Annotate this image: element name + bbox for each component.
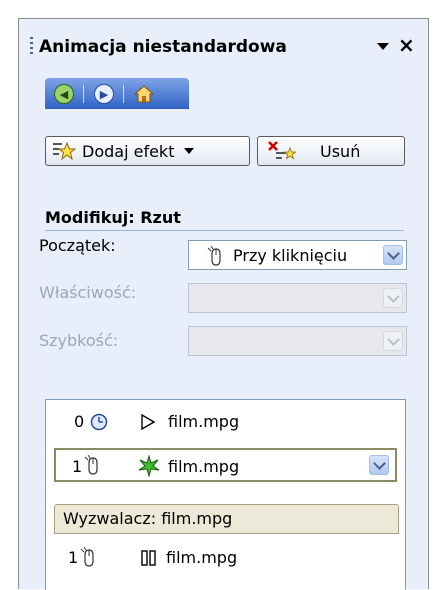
chevron-down-icon xyxy=(386,246,400,260)
start-label: Początek: xyxy=(39,236,116,255)
nav-separator xyxy=(123,85,124,103)
remove-label: Usuń xyxy=(320,141,361,161)
custom-animation-panel: Animacja niestandardowa × ◀ ▶ Dodaj efek… xyxy=(18,18,429,590)
remove-button[interactable]: Usuń xyxy=(257,136,405,166)
mouse-click-icon xyxy=(80,547,94,567)
nav-separator xyxy=(83,85,84,103)
drag-grip-icon[interactable] xyxy=(30,37,33,55)
back-button[interactable]: ◀ xyxy=(53,83,75,105)
panel-title: Animacja niestandardowa xyxy=(39,37,287,57)
trigger-header[interactable]: Wyzwalacz: film.mpg xyxy=(54,504,399,534)
task-pane-navigation: ◀ ▶ xyxy=(45,78,189,109)
add-effect-button[interactable]: Dodaj efekt xyxy=(45,136,250,166)
panel-menu-dropdown-icon[interactable] xyxy=(377,43,389,50)
item-dropdown-button[interactable] xyxy=(369,455,389,475)
panel-titlebar: Animacja niestandardowa × xyxy=(19,19,428,69)
add-effect-label: Dodaj efekt xyxy=(82,141,175,161)
item-file: film.mpg xyxy=(168,412,240,431)
item-file: film.mpg xyxy=(166,548,238,567)
property-label: Właściwość: xyxy=(39,283,137,302)
modify-section-title: Modifikuj: Rzut xyxy=(45,208,181,227)
play-triangle-icon xyxy=(141,414,156,430)
back-arrow-icon: ◀ xyxy=(54,84,74,104)
property-dropdown-button[interactable] xyxy=(383,288,403,308)
chevron-down-icon xyxy=(372,456,386,470)
mouse-click-icon xyxy=(207,246,221,266)
close-icon[interactable]: × xyxy=(398,34,415,56)
clock-icon xyxy=(90,413,108,431)
list-item[interactable]: 1 film.mpg xyxy=(46,540,405,576)
speed-select[interactable] xyxy=(188,326,407,356)
remove-effect-icon xyxy=(268,141,297,160)
forward-arrow-icon: ▶ xyxy=(94,84,114,104)
animation-list: 0 film.mpg 1 film.mpg Wyzwalacz: film.mp… xyxy=(45,399,406,590)
item-number: 0 xyxy=(74,412,85,431)
pause-icon xyxy=(141,550,156,566)
section-divider xyxy=(45,230,404,231)
green-star-icon xyxy=(138,455,160,477)
home-button[interactable] xyxy=(133,83,155,105)
list-item[interactable]: 0 film.mpg xyxy=(46,404,405,440)
mouse-click-icon xyxy=(84,455,98,475)
start-select[interactable]: Przy kliknięciu xyxy=(188,240,407,270)
start-dropdown-button[interactable] xyxy=(383,245,403,265)
item-number: 1 xyxy=(72,457,83,476)
list-item-selected[interactable]: 1 film.mpg xyxy=(54,448,397,482)
speed-dropdown-button[interactable] xyxy=(383,331,403,351)
chevron-down-icon xyxy=(386,289,400,303)
chevron-down-icon xyxy=(184,148,195,154)
item-number: 1 xyxy=(68,548,79,567)
property-select[interactable] xyxy=(188,283,407,313)
item-file: film.mpg xyxy=(168,457,240,476)
speed-label: Szybkość: xyxy=(39,331,119,350)
chevron-down-icon xyxy=(386,332,400,346)
forward-button[interactable]: ▶ xyxy=(93,83,115,105)
add-effect-star-icon xyxy=(53,141,76,161)
home-icon xyxy=(134,85,154,103)
start-value: Przy kliknięciu xyxy=(233,246,348,265)
